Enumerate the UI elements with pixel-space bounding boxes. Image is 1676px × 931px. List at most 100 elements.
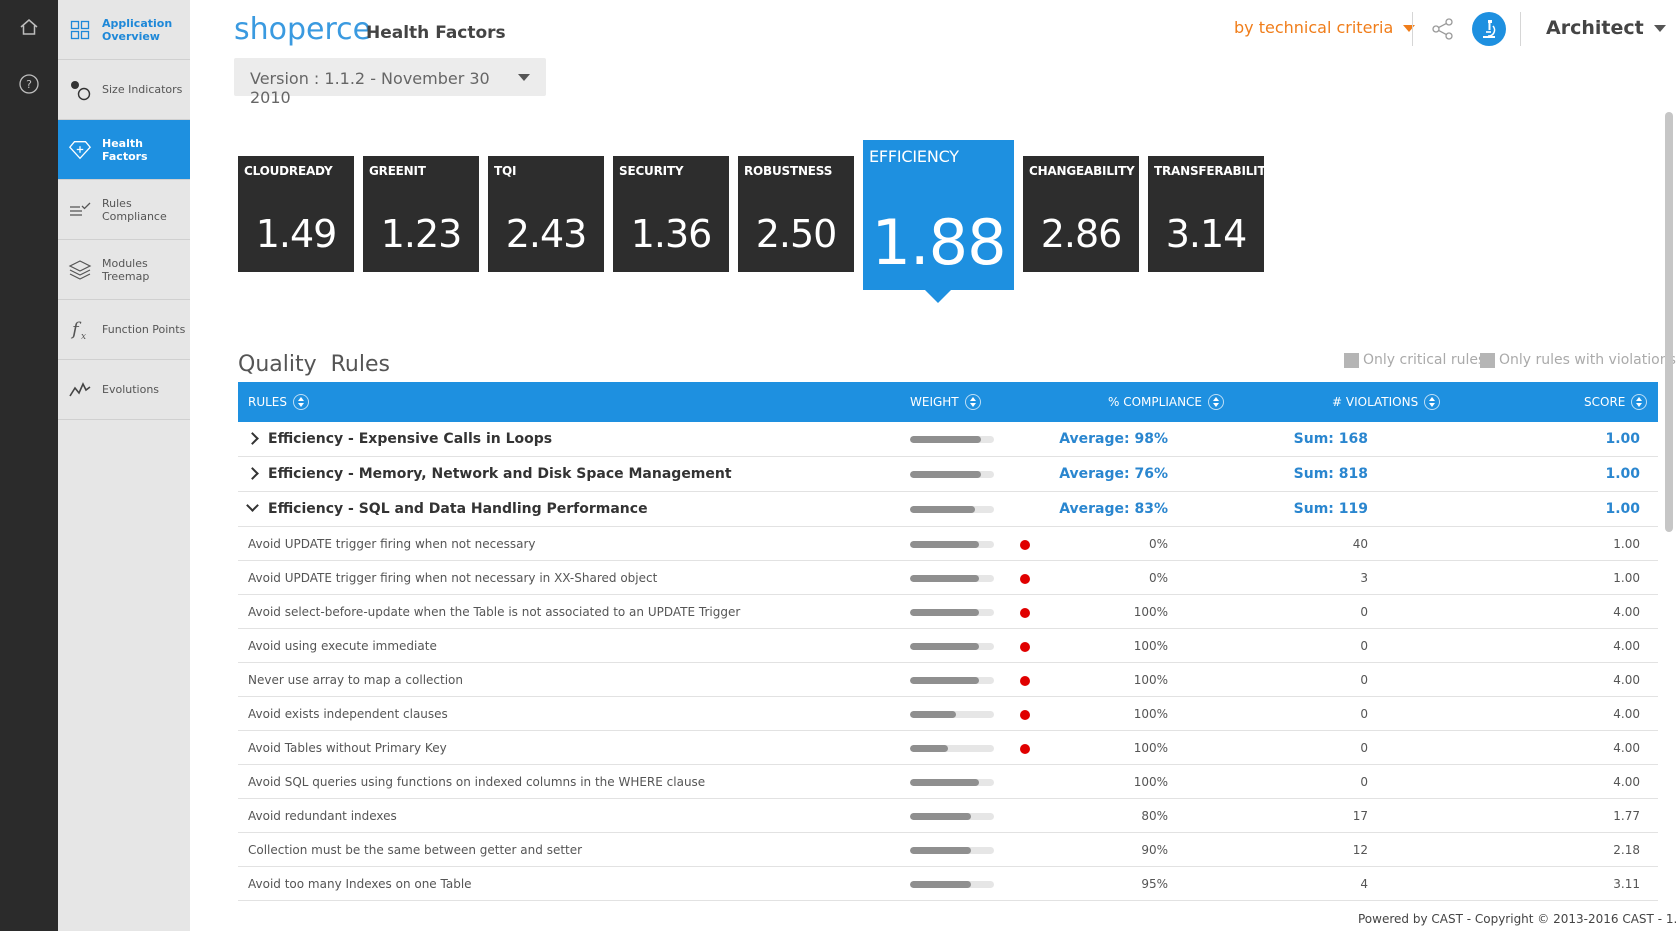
tile-tqi[interactable]: TQI 2.43 bbox=[488, 156, 604, 272]
menu-item-health-factors[interactable]: Health Factors bbox=[58, 120, 190, 180]
rule-violations: 12 bbox=[1352, 843, 1368, 857]
rule-row[interactable]: Avoid using execute immediate 100% 0 4.00 bbox=[238, 629, 1658, 663]
weight-bar bbox=[910, 541, 994, 548]
tile-value: 1.49 bbox=[255, 212, 338, 256]
menu-item-modules-treemap[interactable]: Modules Treemap bbox=[58, 240, 190, 300]
rule-name[interactable]: Avoid redundant indexes bbox=[248, 809, 397, 823]
rule-compliance: 100% bbox=[1133, 605, 1168, 619]
tile-greenit[interactable]: GREENIT 1.23 bbox=[363, 156, 479, 272]
tile-efficiency[interactable]: EFFICIENCY 1.88 bbox=[863, 140, 1014, 303]
rule-row[interactable]: Collection must be the same between gett… bbox=[238, 833, 1658, 867]
column-compliance[interactable]: % COMPLIANCE bbox=[1108, 394, 1225, 410]
rule-score: 4.00 bbox=[1613, 775, 1640, 789]
rule-row[interactable]: Avoid UPDATE trigger firing when not nec… bbox=[238, 527, 1658, 561]
rule-name[interactable]: Avoid select-before-update when the Tabl… bbox=[248, 605, 740, 619]
tile-security[interactable]: SECURITY 1.36 bbox=[613, 156, 729, 272]
group-name: Efficiency - SQL and Data Handling Perfo… bbox=[268, 501, 648, 517]
rule-group-row[interactable]: Efficiency - SQL and Data Handling Perfo… bbox=[238, 492, 1658, 527]
menu-item-rules-compliance[interactable]: Rules Compliance bbox=[58, 180, 190, 240]
filter-label: Only critical rules bbox=[1363, 352, 1486, 368]
rule-row[interactable]: Avoid UPDATE trigger firing when not nec… bbox=[238, 561, 1658, 595]
rule-row[interactable]: Avoid SQL queries using functions on ind… bbox=[238, 765, 1658, 799]
scrollbar-thumb[interactable] bbox=[1665, 112, 1673, 532]
chevron-down-icon bbox=[518, 74, 530, 81]
tile-name: EFFICIENCY bbox=[869, 147, 959, 166]
rule-name[interactable]: Avoid UPDATE trigger firing when not nec… bbox=[248, 537, 536, 551]
menu-item-size-indicators[interactable]: Size Indicators bbox=[58, 60, 190, 120]
weight-bar bbox=[910, 677, 994, 684]
sort-icon bbox=[293, 394, 310, 410]
weight-bar-fill bbox=[910, 609, 979, 616]
chevron-right-icon[interactable] bbox=[246, 467, 259, 480]
column-rules[interactable]: RULES bbox=[248, 394, 310, 410]
rule-row[interactable]: Avoid exists independent clauses 100% 0 4.0… bbox=[238, 697, 1658, 731]
share-icon[interactable] bbox=[1430, 16, 1456, 42]
chevron-right-icon[interactable] bbox=[246, 432, 259, 445]
chevron-down-icon[interactable] bbox=[246, 499, 259, 512]
column-violations[interactable]: # VIOLATIONS bbox=[1332, 394, 1441, 410]
group-violations: Sum: 168 bbox=[1293, 431, 1368, 447]
quality-rules-table: RULES WEIGHT % COMPLIANCE # VIOLATIONS S… bbox=[238, 382, 1658, 901]
weight-bar-fill bbox=[910, 881, 972, 888]
menu-item-function-points[interactable]: fx Function Points bbox=[58, 300, 190, 360]
tile-name: TQI bbox=[494, 164, 517, 178]
weight-bar-fill bbox=[910, 813, 972, 820]
tile-transferability[interactable]: TRANSFERABILITY 3.14 bbox=[1148, 156, 1274, 272]
rule-row[interactable]: Avoid select-before-update when the Tabl… bbox=[238, 595, 1658, 629]
filter-critical-rules[interactable]: Only critical rules bbox=[1344, 352, 1485, 368]
critical-dot-icon bbox=[1020, 574, 1030, 584]
column-weight[interactable]: WEIGHT bbox=[910, 394, 981, 410]
group-score: 1.00 bbox=[1605, 501, 1640, 517]
tile-name: TRANSFERABILITY bbox=[1154, 164, 1274, 178]
rule-violations: 0 bbox=[1360, 741, 1368, 755]
weight-bar-fill bbox=[910, 471, 982, 478]
group-name: Efficiency - Memory, Network and Disk Sp… bbox=[268, 466, 732, 482]
menu-item-application-overview[interactable]: Application Overview bbox=[58, 0, 190, 60]
rule-row[interactable]: Never use array to map a collection 100% 0… bbox=[238, 663, 1658, 697]
rule-row[interactable]: Avoid Tables without Primary Key 100% 0 4.0… bbox=[238, 731, 1658, 765]
rule-name[interactable]: Avoid SQL queries using functions on ind… bbox=[248, 775, 705, 789]
rule-row[interactable]: Avoid redundant indexes 80% 17 1.77 bbox=[238, 799, 1658, 833]
rule-group-row[interactable]: Efficiency - Expensive Calls in Loops Ave… bbox=[238, 422, 1658, 457]
criteria-dropdown[interactable]: by technical criteria bbox=[1234, 18, 1416, 37]
weight-bar bbox=[910, 471, 994, 478]
rule-compliance: 100% bbox=[1133, 673, 1168, 687]
rule-name[interactable]: Avoid using execute immediate bbox=[248, 639, 437, 653]
menu-item-evolutions[interactable]: Evolutions bbox=[58, 360, 190, 420]
rule-name[interactable]: Avoid UPDATE trigger firing when not nec… bbox=[248, 571, 657, 585]
rule-violations: 4 bbox=[1360, 877, 1368, 891]
rule-name[interactable]: Never use array to map a collection bbox=[248, 673, 463, 687]
rule-name[interactable]: Collection must be the same between gett… bbox=[248, 843, 582, 857]
microscope-icon[interactable] bbox=[1472, 12, 1506, 46]
column-score[interactable]: SCORE bbox=[1584, 394, 1648, 410]
rule-compliance: 0% bbox=[1148, 537, 1168, 551]
weight-bar bbox=[910, 436, 994, 443]
version-dropdown[interactable]: Version : 1.1.2 - November 30 2010 bbox=[234, 58, 546, 107]
criteria-label: by technical criteria bbox=[1234, 18, 1394, 37]
help-icon[interactable]: ? bbox=[9, 64, 49, 104]
column-label: WEIGHT bbox=[910, 395, 959, 409]
rule-name[interactable]: Avoid exists independent clauses bbox=[248, 707, 448, 721]
tile-robustness[interactable]: ROBUSTNESS 2.50 bbox=[738, 156, 854, 272]
filter-rules-with-violations[interactable]: Only rules with violations bbox=[1480, 352, 1676, 368]
rule-compliance: 80% bbox=[1141, 809, 1168, 823]
weight-bar-fill bbox=[910, 541, 979, 548]
rule-name[interactable]: Avoid too many Indexes on one Table bbox=[248, 877, 472, 891]
rule-score: 4.00 bbox=[1613, 639, 1640, 653]
home-icon[interactable] bbox=[9, 7, 49, 47]
weight-bar bbox=[910, 506, 994, 513]
header-divider bbox=[1412, 12, 1413, 46]
user-menu[interactable]: Architect bbox=[1546, 17, 1666, 39]
weight-bar-fill bbox=[910, 745, 948, 752]
rule-group-row[interactable]: Efficiency - Memory, Network and Disk Sp… bbox=[238, 457, 1658, 492]
chevron-down-icon bbox=[1653, 25, 1666, 32]
rule-compliance: 90% bbox=[1141, 843, 1168, 857]
rule-name[interactable]: Avoid Tables without Primary Key bbox=[248, 741, 447, 755]
group-score: 1.00 bbox=[1605, 466, 1640, 482]
tile-cloudready[interactable]: CLOUDREADY 1.49 bbox=[238, 156, 354, 272]
rule-row[interactable]: Avoid too many Indexes on one Table 95% 4 3… bbox=[238, 867, 1658, 901]
tile-changeability[interactable]: CHANGEABILITY 2.86 bbox=[1023, 156, 1139, 272]
checkbox[interactable] bbox=[1480, 352, 1495, 368]
checkbox[interactable] bbox=[1344, 352, 1359, 368]
header-divider bbox=[1520, 12, 1521, 46]
